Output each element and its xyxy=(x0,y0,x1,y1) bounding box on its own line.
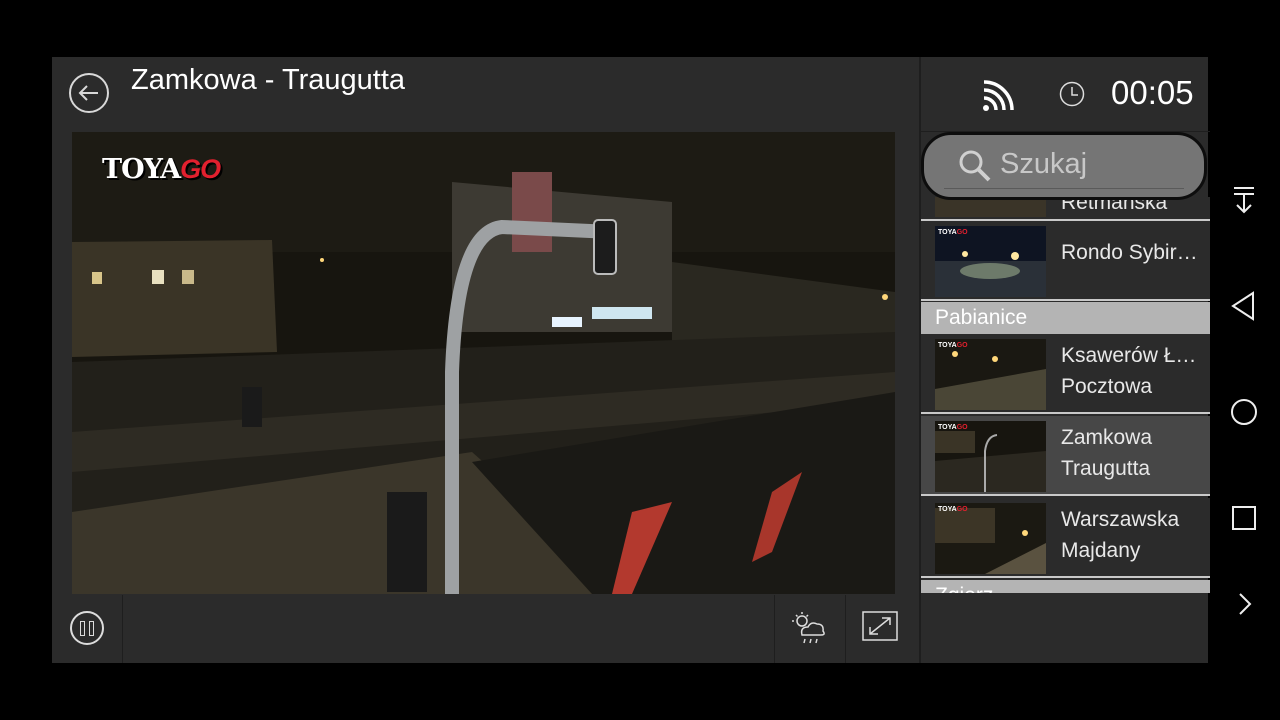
cast-icon[interactable] xyxy=(981,77,1017,113)
divider xyxy=(122,595,123,663)
camera-name-line2: Majdany xyxy=(1061,539,1141,562)
expand-icon xyxy=(862,611,898,641)
camera-video[interactable]: TOYAGO xyxy=(72,132,895,594)
weather-button[interactable] xyxy=(790,611,830,647)
camera-name-line2: Pocztowa xyxy=(1061,375,1153,398)
camera-thumbnail xyxy=(935,197,1046,217)
camera-name: Zamkowa xyxy=(1061,426,1153,449)
page-title: Zamkowa - Traugutta xyxy=(131,64,405,96)
search-icon xyxy=(959,150,991,182)
clock-icon xyxy=(1059,81,1085,107)
camera-thumbnail: TOYAGO xyxy=(935,226,1046,297)
camera-thumbnail: TOYAGO xyxy=(935,503,1046,574)
camera-name: Rondo Sybiraków xyxy=(1061,241,1207,264)
camera-name: Ksawerów Łódzka xyxy=(1061,344,1207,367)
camera-name-line2: Traugutta xyxy=(1061,457,1151,480)
nav-recents-icon[interactable] xyxy=(1226,500,1262,536)
player-header: Zamkowa - Traugutta xyxy=(52,57,919,131)
section-header-pabianice: Pabianice xyxy=(921,302,1210,334)
list-item-active[interactable]: TOYAGO Zamkowa Traugutta xyxy=(921,416,1210,496)
list-item[interactable]: TOYAGO Rondo Sybiraków xyxy=(921,221,1210,301)
toyago-logo: TOYAGO xyxy=(102,154,221,185)
camera-thumbnail: TOYAGO xyxy=(935,339,1046,410)
search-underline xyxy=(944,188,1184,189)
list-item[interactable]: TOYAGO Warszawska Majdany xyxy=(921,498,1210,578)
nav-back-icon[interactable] xyxy=(1226,288,1262,324)
nav-home-icon[interactable] xyxy=(1226,394,1262,430)
nav-more-icon[interactable] xyxy=(1226,586,1262,622)
search-input[interactable] xyxy=(1000,147,1180,181)
list-item[interactable]: Retmańska xyxy=(921,197,1210,221)
camera-name: Retmańska xyxy=(1061,197,1168,214)
back-button[interactable] xyxy=(69,73,109,113)
player-controls xyxy=(52,595,919,663)
back-arrow-icon xyxy=(78,85,98,101)
app-window: Zamkowa - Traugutta TOYAGO 00:05 Szukaj … xyxy=(52,57,1210,663)
fullscreen-button[interactable] xyxy=(862,611,898,641)
camera-sidebar: 00:05 Retmańska TOYAGO Ron xyxy=(919,57,1210,663)
list-item[interactable]: TOYAGO Ksawerów Łódzka Pocztowa xyxy=(921,334,1210,414)
divider xyxy=(845,595,846,663)
pause-icon xyxy=(80,620,85,636)
pause-button[interactable] xyxy=(70,611,104,645)
player-panel: Zamkowa - Traugutta TOYAGO xyxy=(52,57,919,663)
section-header-zgierz: Zgierz xyxy=(921,580,1210,593)
timer-display: 00:05 xyxy=(1111,74,1194,111)
camera-name: Warszawska xyxy=(1061,508,1180,531)
search-box[interactable] xyxy=(921,132,1207,200)
camera-thumbnail: TOYAGO xyxy=(935,421,1046,492)
camera-list: Retmańska TOYAGO Rondo Sybiraków Pabiani… xyxy=(921,197,1210,593)
camera-scene-image xyxy=(72,132,895,594)
weather-icon xyxy=(792,612,825,644)
system-nav-bar xyxy=(1208,0,1280,720)
divider xyxy=(774,595,775,663)
nav-down-icon[interactable] xyxy=(1226,182,1262,218)
sidebar-header: 00:05 xyxy=(921,57,1210,132)
